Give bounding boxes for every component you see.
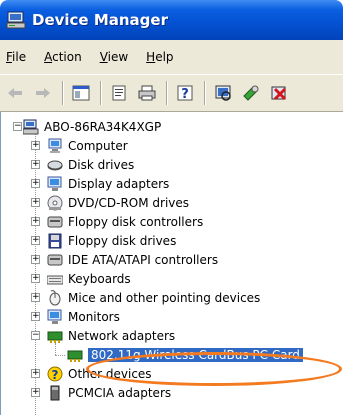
menu-view-rest: iew — [107, 50, 129, 64]
tree-item-disk-drives[interactable]: Disk drives — [47, 156, 134, 174]
toolbar-separator — [204, 81, 206, 105]
tree-item-display-adapters[interactable]: Display adapters — [47, 175, 169, 193]
display-adapter-icon — [47, 176, 63, 192]
menu-view[interactable]: View — [100, 50, 128, 64]
ide-controller-icon — [47, 252, 63, 268]
print-icon[interactable] — [136, 82, 158, 104]
monitor-icon — [47, 309, 63, 325]
svg-text:?: ? — [52, 368, 59, 382]
tree-item-label: Monitors — [68, 310, 120, 324]
expand-toggle[interactable]: + — [31, 217, 40, 226]
root-label: ABO-86RA34K4XGP — [44, 120, 162, 134]
tree-item-label: Mice and other pointing devices — [68, 291, 261, 305]
menu-file-rest: ile — [12, 50, 27, 64]
root-collapse-toggle[interactable]: − — [13, 122, 22, 131]
menu-help[interactable]: Help — [146, 50, 173, 64]
tree-item-label: Network adapters — [68, 329, 176, 343]
expand-toggle[interactable]: + — [31, 388, 40, 397]
tree-item-computer[interactable]: Computer — [47, 137, 128, 155]
expand-toggle[interactable]: + — [31, 160, 40, 169]
tree-root[interactable]: ABO-86RA34K4XGP — [22, 118, 162, 136]
expand-toggle[interactable]: + — [31, 369, 40, 378]
expand-toggle[interactable]: + — [31, 141, 40, 150]
menu-bar: File Action View Help — [0, 40, 343, 74]
expand-toggle[interactable]: + — [31, 198, 40, 207]
tree-item-label: IDE ATA/ATAPI controllers — [68, 253, 219, 267]
menu-help-mnemonic: H — [146, 50, 156, 64]
svg-text:?: ? — [181, 87, 189, 102]
dvd-drive-icon — [47, 195, 63, 211]
expand-toggle[interactable]: + — [31, 179, 40, 188]
toolbar-separator — [100, 81, 102, 105]
help-icon[interactable]: ? — [174, 82, 196, 104]
computer-icon — [47, 138, 63, 154]
keyboard-icon — [46, 271, 64, 287]
uninstall-icon[interactable] — [268, 82, 290, 104]
expand-toggle[interactable]: + — [31, 274, 40, 283]
tree-item-label: Display adapters — [68, 177, 170, 191]
toolbar-separator — [166, 81, 168, 105]
tree-item-pcmcia-adapters[interactable]: PCMCIA adapters — [47, 384, 171, 402]
menu-action-rest: ction — [52, 50, 82, 64]
tree-item-dvd-cdrom[interactable]: DVD/CD-ROM drives — [47, 194, 189, 212]
tree-item-label: Computer — [68, 139, 128, 153]
expand-toggle[interactable]: + — [31, 312, 40, 321]
scan-hardware-icon[interactable] — [212, 82, 234, 104]
show-hide-console-tree-icon[interactable] — [70, 82, 92, 104]
tree-item-label: DVD/CD-ROM drives — [68, 196, 190, 210]
network-card-icon — [67, 347, 83, 363]
tree-item-floppy-controllers[interactable]: Floppy disk controllers — [47, 213, 203, 231]
tree-item-keyboards[interactable]: Keyboards — [46, 270, 131, 288]
tree-connector — [55, 355, 65, 356]
tree-item-monitors[interactable]: Monitors — [47, 308, 120, 326]
tree-item-ide-controllers[interactable]: IDE ATA/ATAPI controllers — [47, 251, 218, 269]
update-driver-icon[interactable] — [240, 82, 262, 104]
toolbar: ? — [0, 74, 343, 112]
unknown-device-icon: ? — [47, 366, 63, 382]
computer-root-icon — [22, 119, 39, 135]
disk-drive-icon — [47, 157, 63, 173]
tree-item-label: Keyboards — [68, 272, 131, 286]
tree-item-label: Floppy disk controllers — [68, 215, 204, 229]
menu-action[interactable]: Action — [44, 50, 82, 64]
floppy-controller-icon — [47, 214, 63, 230]
toolbar-separator — [62, 81, 64, 105]
title-bar[interactable]: Device Manager — [0, 0, 343, 40]
back-arrow-icon[interactable] — [4, 82, 26, 104]
tree-item-label: Disk drives — [68, 158, 135, 172]
network-adapter-icon — [47, 328, 63, 344]
menu-file[interactable]: File — [6, 50, 26, 64]
highlight-ellipse — [86, 352, 342, 386]
pcmcia-icon — [47, 385, 63, 401]
floppy-drive-icon — [47, 233, 63, 249]
tree-connector — [55, 343, 56, 355]
collapse-toggle[interactable]: − — [31, 331, 40, 340]
mouse-icon — [47, 290, 63, 306]
menu-help-rest: elp — [155, 50, 174, 64]
expand-toggle[interactable]: + — [31, 236, 40, 245]
window-title: Device Manager — [32, 11, 168, 29]
properties-icon[interactable] — [108, 82, 130, 104]
tree-item-label: PCMCIA adapters — [68, 386, 172, 400]
expand-toggle[interactable]: + — [31, 255, 40, 264]
tree-item-mice[interactable]: Mice and other pointing devices — [47, 289, 260, 307]
tree-item-network-adapters[interactable]: Network adapters — [47, 327, 175, 345]
tree-item-floppy-drives[interactable]: Floppy disk drives — [47, 232, 176, 250]
menu-view-mnemonic: V — [99, 50, 108, 64]
menu-action-mnemonic: A — [44, 50, 53, 64]
forward-arrow-icon[interactable] — [32, 82, 54, 104]
device-manager-icon — [6, 11, 26, 29]
expand-toggle[interactable]: + — [31, 293, 40, 302]
tree-item-label: Floppy disk drives — [68, 234, 177, 248]
